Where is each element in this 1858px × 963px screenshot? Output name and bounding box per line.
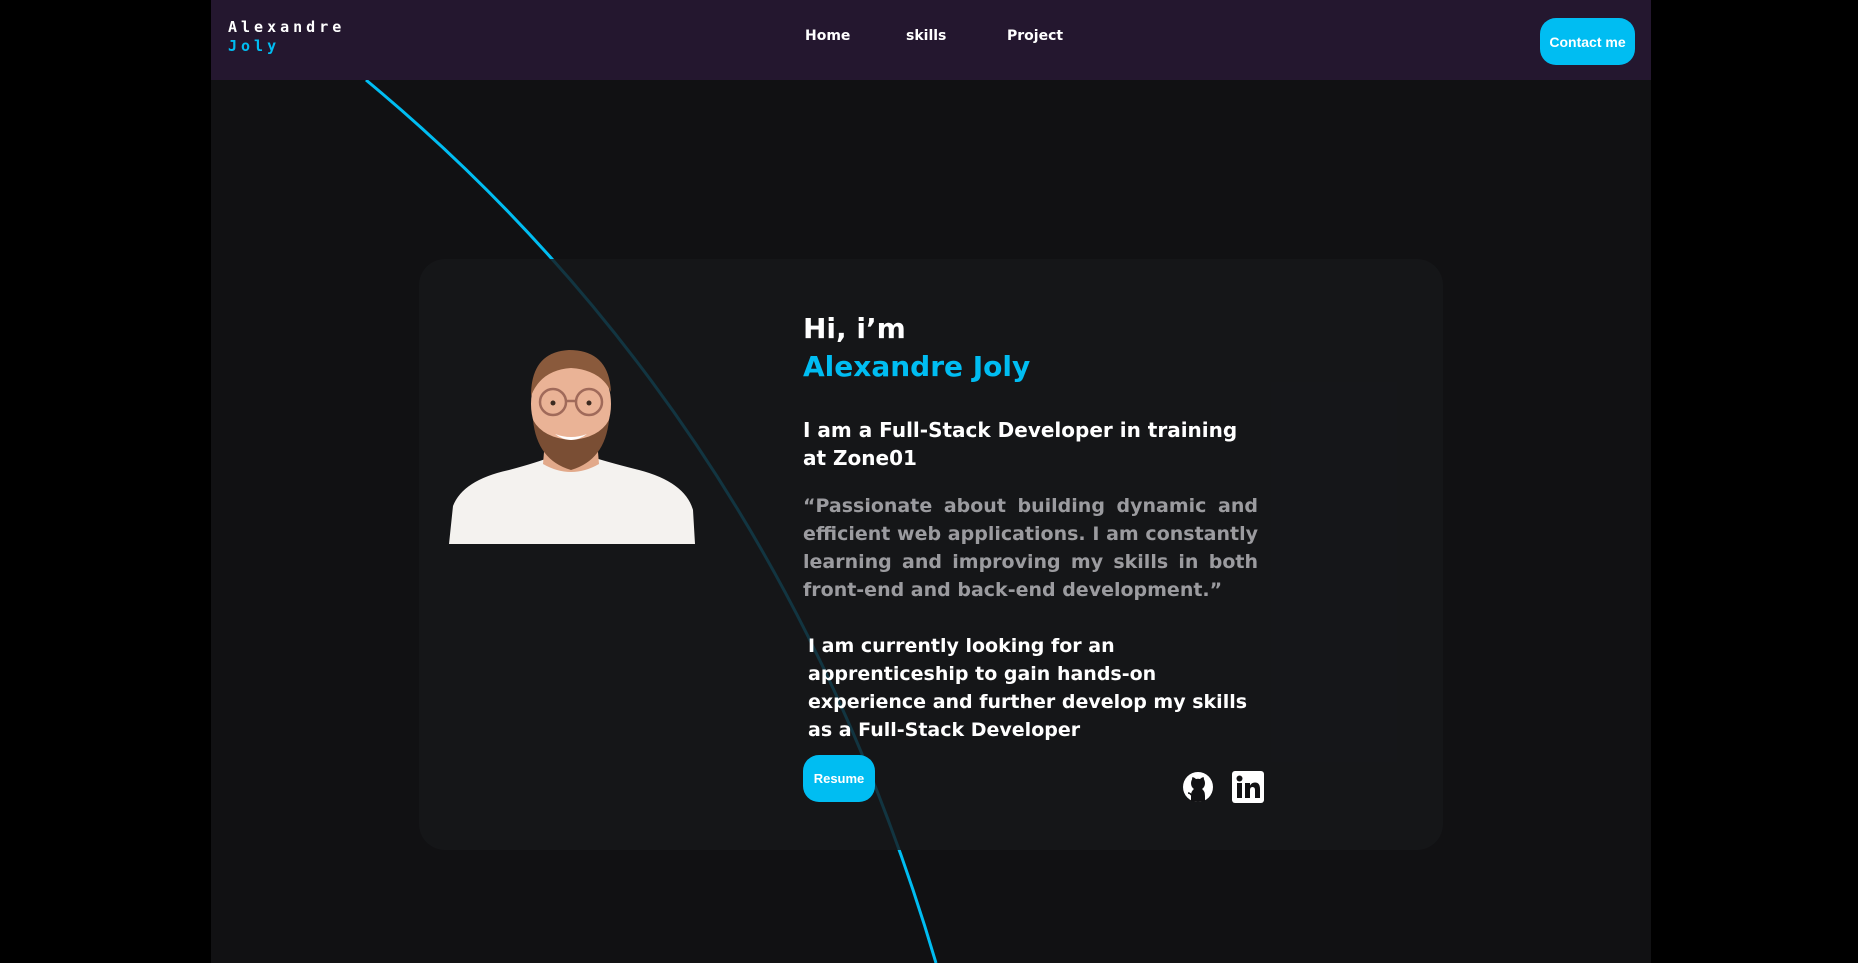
greeting: Hi, i’m	[803, 312, 906, 345]
nav-link-skills[interactable]: skills	[906, 28, 1007, 44]
brand-first-name: Alexandre	[228, 18, 346, 36]
apprenticeship-text: I am currently looking for an apprentice…	[808, 635, 1248, 741]
hero-name: Alexandre Joly	[803, 350, 1031, 383]
nav-link-project[interactable]: Project	[1007, 28, 1063, 44]
linkedin-icon[interactable]	[1232, 771, 1264, 803]
brand-last-name: Joly	[228, 37, 281, 55]
nav-links: Home skills Project	[805, 28, 1063, 44]
nav-link-home[interactable]: Home	[805, 28, 906, 44]
hero-text: Hi, i’m Alexandre Joly I am a Full-Stack…	[803, 310, 1258, 744]
profile-photo	[449, 350, 695, 544]
contact-me-button[interactable]: Contact me	[1540, 18, 1635, 65]
brand-logo[interactable]: Alexandre Joly	[228, 18, 345, 56]
github-icon[interactable]	[1182, 771, 1214, 803]
resume-button[interactable]: Resume	[803, 755, 875, 802]
role-statement: I am a Full-Stack Developer in training …	[803, 418, 1238, 470]
quote-text: “Passionate about building dynamic and e…	[803, 495, 1258, 601]
portfolio-page: Alexandre Joly Home skills Project Conta…	[211, 0, 1651, 963]
navbar: Alexandre Joly Home skills Project Conta…	[211, 0, 1651, 80]
